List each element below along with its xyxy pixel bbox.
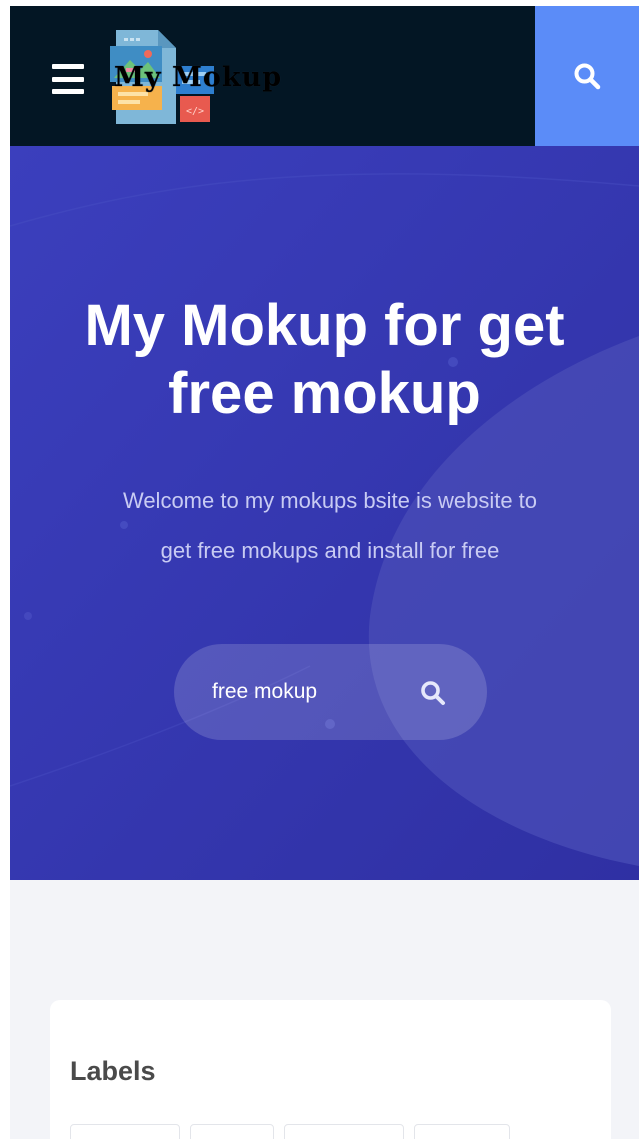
hero-description: Welcome to my mokups bsite is website to…	[50, 476, 610, 576]
label-chip[interactable]	[190, 1124, 274, 1139]
site-logo-text[interactable]: My Mokup	[114, 62, 282, 93]
hamburger-menu-icon[interactable]	[52, 64, 84, 94]
content-section: Labels	[10, 880, 639, 1139]
svg-text:</>: </>	[186, 106, 204, 117]
labels-title: Labels	[70, 1056, 156, 1086]
hero-description-line-1: Welcome to my mokups bsite is website to	[122, 488, 538, 513]
hero-section: My Mokup for get free mokup Welcome to m…	[10, 146, 639, 880]
hero-description-line-2: get free mokups and install for free	[160, 538, 500, 563]
search-icon	[574, 63, 601, 90]
label-chip[interactable]	[70, 1124, 180, 1139]
label-chip[interactable]	[284, 1124, 404, 1139]
hero-search-box	[174, 644, 487, 740]
hero-title-line-1: My Mokup for get	[84, 293, 565, 358]
search-icon[interactable]	[418, 678, 448, 708]
hero-title: My Mokup for get free mokup	[10, 292, 639, 428]
page: </> My Mokup My Mokup for get free mokup…	[0, 0, 639, 1139]
hero-search-input[interactable]	[212, 672, 402, 712]
header-search-button[interactable]	[535, 6, 639, 146]
labels-widget: Labels	[50, 1000, 611, 1139]
hero-title-line-2: free mokup	[168, 361, 481, 426]
label-chip[interactable]	[414, 1124, 510, 1139]
site-header: </> My Mokup	[10, 6, 639, 146]
